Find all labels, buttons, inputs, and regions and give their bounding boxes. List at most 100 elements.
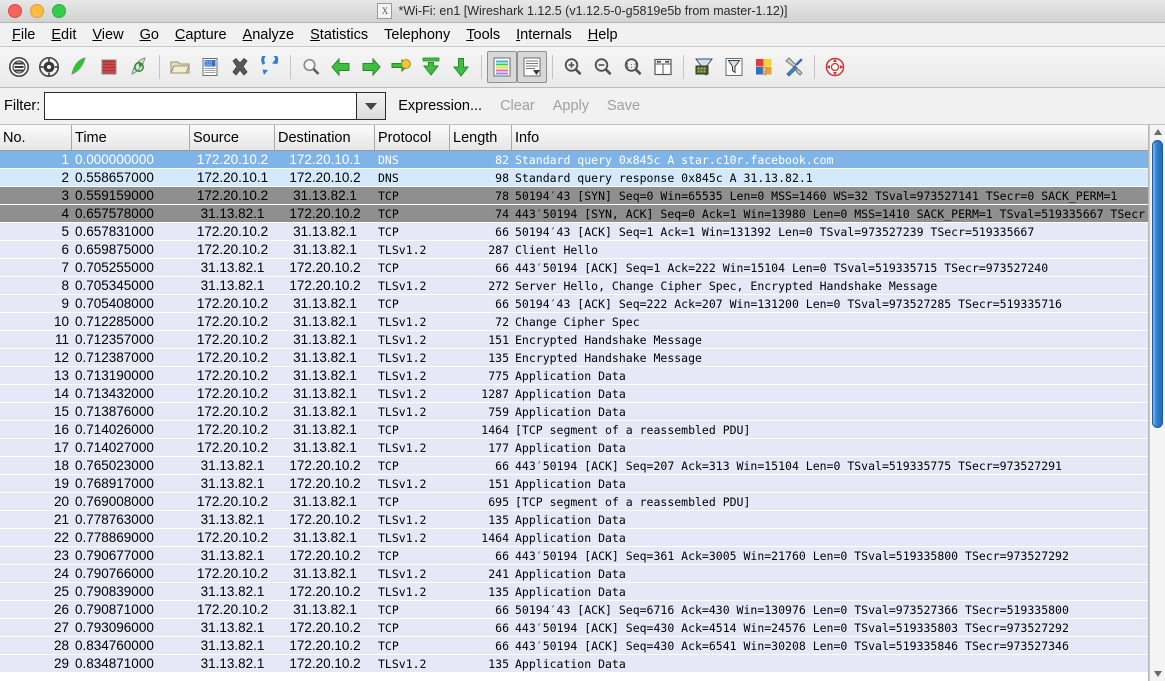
packet-row[interactable]: 2 0.558657000 172.20.10.1 172.20.10.2 DNS 98 S… (0, 169, 1149, 187)
column-header-proto[interactable]: Protocol (375, 125, 450, 150)
column-header-info[interactable]: Info (512, 125, 1148, 150)
column-header-no[interactable]: No. (0, 125, 72, 150)
packet-row[interactable]: 29 0.834871000 31.13.82.1 172.20.10.2 TLSv1.… (0, 655, 1149, 673)
menu-internals[interactable]: Internals (508, 26, 580, 44)
packet-row[interactable]: 21 0.778763000 31.13.82.1 172.20.10.2 TLSv1.… (0, 511, 1149, 529)
menu-file[interactable]: File (4, 26, 43, 44)
packet-cell-len: 1464 (481, 530, 509, 545)
apply-button[interactable]: Apply (553, 98, 589, 114)
packet-cell-time: 0.712357000 (75, 331, 154, 347)
clear-button[interactable]: Clear (500, 98, 535, 114)
preferences-icon[interactable] (779, 51, 809, 83)
colorize-packet-list-icon[interactable] (487, 51, 517, 83)
zoom-in-icon[interactable] (558, 51, 588, 83)
packet-row[interactable]: 4 0.657578000 31.13.82.1 172.20.10.2 TCP 74 44… (0, 205, 1149, 223)
packet-row[interactable]: 27 0.793096000 31.13.82.1 172.20.10.2 TCP 66 4… (0, 619, 1149, 637)
scroll-up-arrow-icon[interactable] (1150, 125, 1165, 139)
save-file-icon[interactable]: 0101 1001 (195, 51, 225, 83)
column-header-len[interactable]: Length (450, 125, 512, 150)
column-header-src[interactable]: Source (190, 125, 275, 150)
packet-cell-proto: TCP (378, 548, 399, 563)
auto-scroll-live-capture-icon[interactable] (517, 51, 547, 83)
packet-row[interactable]: 26 0.790871000 172.20.10.2 31.13.82.1 TCP 66 5… (0, 601, 1149, 619)
expression-button[interactable]: Expression... (398, 98, 482, 114)
find-packet-icon[interactable] (296, 51, 326, 83)
packet-row[interactable]: 7 0.705255000 31.13.82.1 172.20.10.2 TCP 66 44… (0, 259, 1149, 277)
menu-capture[interactable]: Capture (167, 26, 235, 44)
filter-history-dropdown[interactable] (356, 93, 386, 119)
save-filter-button[interactable]: Save (607, 98, 640, 114)
maximize-button[interactable] (52, 4, 66, 18)
packet-cell-len: 66 (495, 260, 509, 275)
go-forward-icon[interactable] (356, 51, 386, 83)
start-capture-icon[interactable] (64, 51, 94, 83)
column-header-label: Protocol (378, 129, 432, 146)
packet-row[interactable]: 5 0.657831000 172.20.10.2 31.13.82.1 TCP 66 50… (0, 223, 1149, 241)
packet-row[interactable]: 1 0.000000000 172.20.10.2 172.20.10.1 DNS 82 S… (0, 151, 1149, 169)
packet-row[interactable]: 11 0.712357000 172.20.10.2 31.13.82.1 TLSv1.… (0, 331, 1149, 349)
packet-row[interactable]: 23 0.790677000 31.13.82.1 172.20.10.2 TCP 66 4… (0, 547, 1149, 565)
open-file-icon[interactable] (165, 51, 195, 83)
packet-row[interactable]: 19 0.768917000 31.13.82.1 172.20.10.2 TLSv1.… (0, 475, 1149, 493)
coloring-rules-icon[interactable] (749, 51, 779, 83)
packet-cell-proto: TLSv1.2 (378, 404, 427, 419)
zoom-reset-icon[interactable]: 1:1 (618, 51, 648, 83)
reload-icon[interactable] (255, 51, 285, 83)
packet-row[interactable]: 17 0.714027000 172.20.10.2 31.13.82.1 TLSv1.… (0, 439, 1149, 457)
menu-edit[interactable]: Edit (43, 26, 84, 44)
packet-row[interactable]: 28 0.834760000 31.13.82.1 172.20.10.2 TCP 66 4… (0, 637, 1149, 655)
minimize-button[interactable] (30, 4, 44, 18)
go-to-last-packet-icon[interactable] (446, 51, 476, 83)
packet-row[interactable]: 3 0.559159000 172.20.10.2 31.13.82.1 TCP 78 50… (0, 187, 1149, 205)
go-back-icon[interactable] (326, 51, 356, 83)
stop-capture-icon[interactable] (94, 51, 124, 83)
go-to-first-packet-icon[interactable] (416, 51, 446, 83)
packet-row[interactable]: 6 0.659875000 172.20.10.2 31.13.82.1 TLSv1.2… (0, 241, 1149, 259)
column-header-time[interactable]: Time (72, 125, 190, 150)
column-header-dst[interactable]: Destination (275, 125, 375, 150)
packet-row[interactable]: 14 0.713432000 172.20.10.2 31.13.82.1 TLSv1.… (0, 385, 1149, 403)
packet-list-rows[interactable]: 1 0.000000000 172.20.10.2 172.20.10.1 DNS 82 S… (0, 151, 1149, 673)
packet-row[interactable]: 25 0.790839000 31.13.82.1 172.20.10.2 TLSv1.… (0, 583, 1149, 601)
packet-row[interactable]: 8 0.705345000 31.13.82.1 172.20.10.2 TLSv1.2… (0, 277, 1149, 295)
menu-help[interactable]: Help (580, 26, 626, 44)
vertical-scrollbar-thumb[interactable] (1152, 140, 1164, 428)
menu-go[interactable]: Go (132, 26, 167, 44)
menu-tools[interactable]: Tools (458, 26, 508, 44)
packet-row[interactable]: 13 0.713190000 172.20.10.2 31.13.82.1 TLSv1.… (0, 367, 1149, 385)
packet-row[interactable]: 12 0.712387000 172.20.10.2 31.13.82.1 TLSv1.… (0, 349, 1149, 367)
menu-telephony[interactable]: Telephony (376, 26, 458, 44)
packet-cell-time: 0.558657000 (75, 169, 154, 185)
close-file-icon[interactable] (225, 51, 255, 83)
packet-cell-dst: 31.13.82.1 (293, 385, 357, 401)
scroll-down-arrow-icon[interactable] (1150, 667, 1165, 681)
packet-list[interactable]: No. Time Source Destination Protocol Length In… (0, 125, 1150, 681)
capture-filters-icon[interactable] (689, 51, 719, 83)
capture-options-icon[interactable] (34, 51, 64, 83)
packet-row[interactable]: 15 0.713876000 172.20.10.2 31.13.82.1 TLSv1.… (0, 403, 1149, 421)
packet-row[interactable]: 18 0.765023000 31.13.82.1 172.20.10.2 TCP 66 4… (0, 457, 1149, 475)
packet-cell-src: 172.20.10.2 (196, 385, 269, 401)
resize-columns-icon[interactable] (648, 51, 678, 83)
zoom-out-icon[interactable] (588, 51, 618, 83)
vertical-scrollbar[interactable] (1149, 125, 1165, 681)
packet-row[interactable]: 10 0.712285000 172.20.10.2 31.13.82.1 TLSv1.… (0, 313, 1149, 331)
menu-label: View (92, 26, 124, 43)
menu-analyze[interactable]: Analyze (235, 26, 303, 44)
packet-list-header[interactable]: No. Time Source Destination Protocol Length In… (0, 125, 1149, 151)
menu-view[interactable]: View (84, 26, 131, 44)
help-contents-icon[interactable] (820, 51, 850, 83)
restart-capture-icon[interactable] (124, 51, 154, 83)
packet-row[interactable]: 9 0.705408000 172.20.10.2 31.13.82.1 TCP 66 50… (0, 295, 1149, 313)
packet-row[interactable]: 20 0.769008000 172.20.10.2 31.13.82.1 TCP 695… (0, 493, 1149, 511)
packet-row[interactable]: 16 0.714026000 172.20.10.2 31.13.82.1 TCP 146… (0, 421, 1149, 439)
packet-row[interactable]: 22 0.778869000 172.20.10.2 31.13.82.1 TLSv1.… (0, 529, 1149, 547)
filter-field-wrapper[interactable] (44, 92, 387, 120)
menu-statistics[interactable]: Statistics (302, 26, 376, 44)
display-filters-icon[interactable] (719, 51, 749, 83)
filter-input[interactable] (45, 94, 352, 118)
packet-row[interactable]: 24 0.790766000 172.20.10.2 31.13.82.1 TLSv1.… (0, 565, 1149, 583)
go-to-packet-icon[interactable] (386, 51, 416, 83)
interface-list-icon[interactable] (4, 51, 34, 83)
close-button[interactable] (8, 4, 22, 18)
